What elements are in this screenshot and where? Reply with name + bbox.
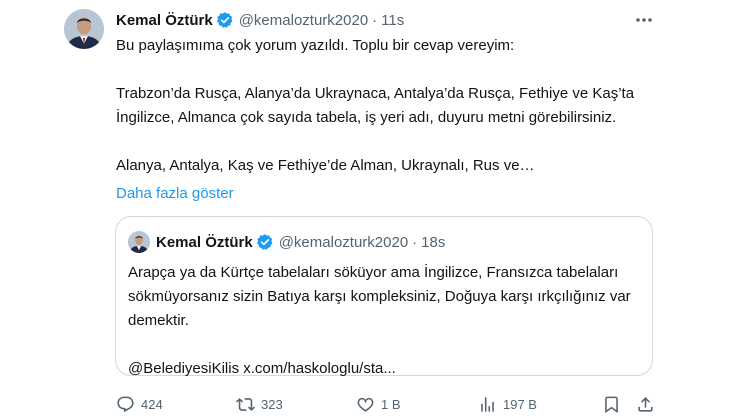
more-options-icon: [636, 18, 652, 22]
quote-author-handle: @kemalozturk2020: [278, 233, 409, 251]
quote-verified-badge-icon: [256, 233, 274, 251]
share-icon: [638, 396, 653, 412]
header-separator: ·: [372, 11, 378, 29]
views-count: 197 B: [503, 396, 537, 412]
retweet-button[interactable]: 323: [236, 392, 283, 416]
tweet-text: Bu paylaşımıma çok yorum yazıldı. Toplu …: [116, 37, 635, 174]
like-button[interactable]: 1 B: [356, 392, 401, 416]
reply-button[interactable]: 424: [116, 392, 163, 416]
verified-badge-icon: [216, 11, 234, 29]
author-avatar[interactable]: [64, 9, 104, 49]
action-bar: 424 323 1 B 197 B: [116, 392, 656, 416]
reply-count: 424: [141, 396, 163, 412]
author-handle[interactable]: @kemalozturk2020: [239, 12, 368, 29]
quote-author-name: Kemal Öztürk: [156, 233, 253, 251]
quote-author-avatar: [128, 231, 150, 253]
views-chart-icon: [481, 396, 494, 412]
quote-header-separator: ·: [412, 233, 418, 251]
quote-time: 18s: [421, 233, 446, 251]
retweet-icon: [236, 397, 255, 411]
views-button[interactable]: 197 B: [478, 392, 537, 416]
bookmark-button[interactable]: [602, 392, 621, 416]
author-name[interactable]: Kemal Öztürk: [116, 12, 213, 29]
quote-text: Arapça ya da Kürtçe tabelaları söküyor a…: [128, 264, 631, 377]
tweet-header: Kemal Öztürk @kemalozturk2020 · 11s: [116, 10, 404, 30]
quote-header: Kemal Öztürk @kemalozturk2020 · 18s: [156, 231, 445, 253]
bookmark-icon: [605, 396, 618, 413]
quoted-tweet[interactable]: Kemal Öztürk @kemalozturk2020 · 18s Arap…: [115, 216, 653, 377]
heart-icon: [357, 397, 374, 412]
more-options-button[interactable]: [633, 10, 655, 30]
tweet-time[interactable]: 11s: [381, 12, 404, 29]
show-more-link[interactable]: Daha fazla göster: [116, 182, 234, 206]
share-button[interactable]: [636, 392, 655, 416]
retweet-count: 323: [261, 396, 283, 412]
like-count: 1 B: [381, 396, 401, 412]
reply-icon: [117, 396, 134, 412]
